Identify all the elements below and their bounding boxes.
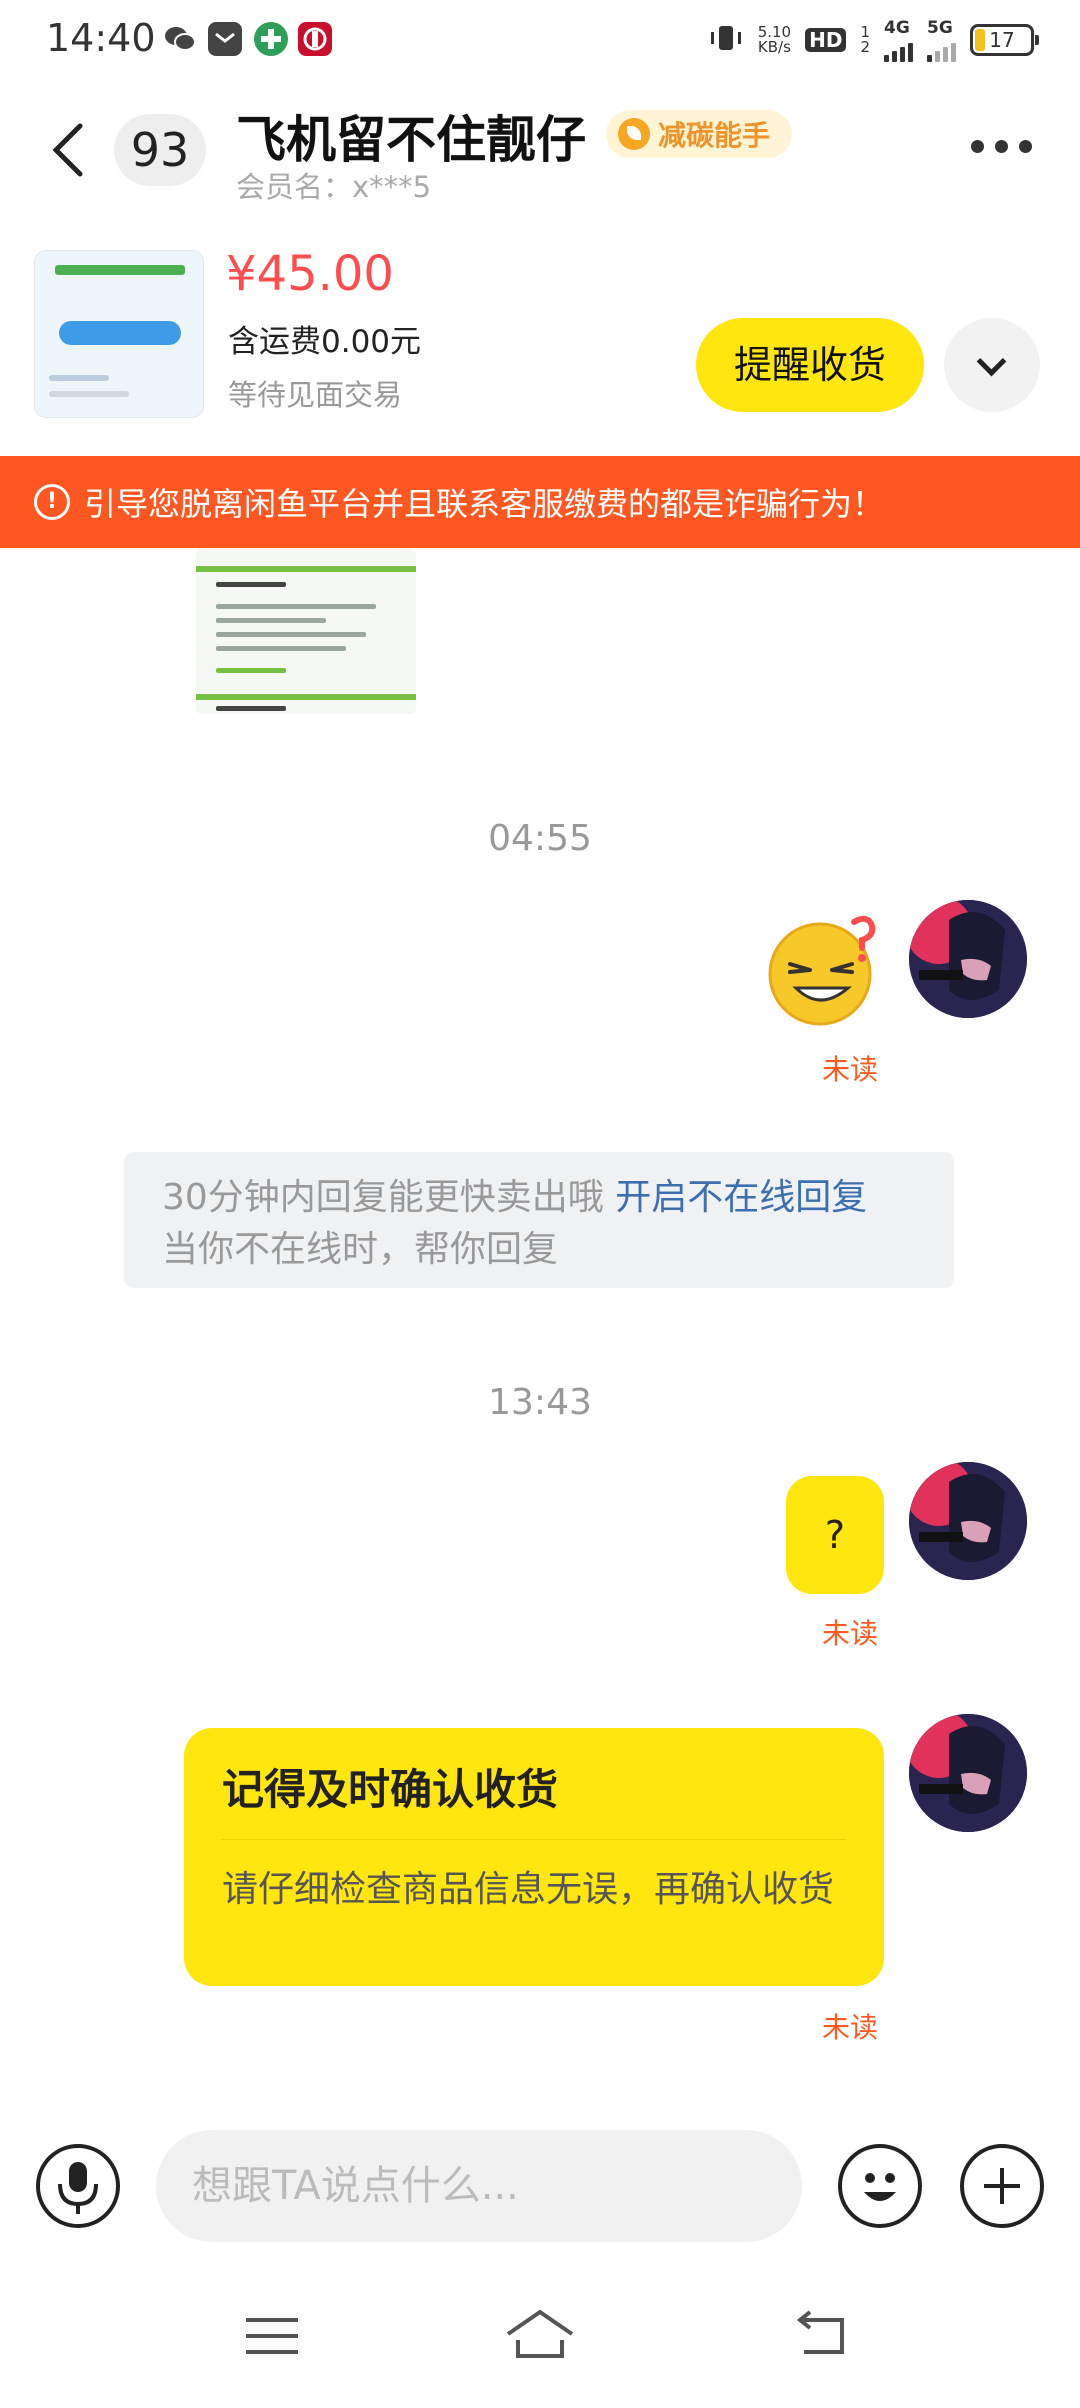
chat-header: 93 飞机留不住靓仔 减碳能手 会员名：x***5 (0, 86, 1080, 206)
hd-badge: HD (805, 28, 847, 52)
message-input[interactable] (156, 2130, 802, 2242)
warning-icon: ! (34, 484, 70, 520)
image-message[interactable] (196, 548, 416, 714)
more-dot (971, 140, 984, 153)
fraud-warning-text: 引导您脱离闲鱼平台并且联系客服缴费的都是诈骗行为！ (84, 485, 885, 523)
system-nav-bar (0, 2290, 1080, 2408)
avatar[interactable] (909, 1462, 1027, 1580)
signal-5g: 5G (927, 18, 956, 62)
smiley-icon (864, 2173, 896, 2201)
battery-icon: 17 (970, 24, 1039, 56)
sim-slots: 1 2 (860, 25, 870, 55)
leaf-icon (618, 118, 650, 150)
health-app-icon (254, 22, 288, 56)
fraud-warning-banner: ! 引导您脱离闲鱼平台并且联系客服缴费的都是诈骗行为！ (0, 456, 1080, 548)
input-bar (0, 2130, 1080, 2250)
signal-bars-icon (927, 38, 956, 62)
net1-label: 4G (884, 18, 910, 38)
status-icons: 5.10 KB/s HD 1 2 4G 5G 17 (708, 18, 1039, 62)
net-speed: 5.10 KB/s (758, 25, 791, 55)
avatar[interactable] (909, 900, 1027, 1018)
mail-app-icon (208, 22, 242, 56)
card-body: 请仔细检查商品信息无误，再确认收货 (222, 1869, 835, 1910)
chevron-left-icon (52, 123, 83, 177)
carbon-badge-label: 减碳能手 (658, 119, 771, 152)
product-price: ¥45.00 (226, 246, 394, 302)
microphone-icon (58, 2162, 98, 2214)
unread-label: 未读 (822, 2011, 879, 2044)
system-tip-line1: 30分钟内回复能更快卖出哦 开启不在线回复 (162, 1172, 916, 1224)
recent-apps-button[interactable] (244, 2312, 300, 2360)
avatar[interactable] (909, 1714, 1027, 1832)
shipping-info: 含运费0.00元 (228, 324, 422, 360)
unread-count-badge[interactable]: 93 (114, 114, 206, 186)
sleepy-face-sticker-icon (768, 915, 876, 1026)
carbon-badge[interactable]: 减碳能手 (606, 110, 793, 158)
status-time: 14:40 (46, 16, 156, 60)
net2-label: 5G (927, 18, 953, 38)
back-button[interactable] (48, 120, 88, 180)
product-card[interactable]: ¥45.00 含运费0.00元 等待见面交易 提醒收货 (0, 240, 1080, 430)
signal-4g: 4G (884, 18, 913, 62)
system-tip: 30分钟内回复能更快卖出哦 开启不在线回复 当你不在线时，帮你回复 (124, 1152, 954, 1288)
system-tip-text: 30分钟内回复能更快卖出哦 (162, 1177, 616, 1218)
voice-button[interactable] (36, 2144, 120, 2228)
wechat-icon (163, 22, 197, 56)
back-arrow-icon (796, 2310, 844, 2354)
signal-bars-icon (884, 38, 913, 62)
home-button[interactable] (504, 2306, 576, 2362)
product-thumbnail[interactable] (34, 250, 204, 418)
unread-label: 未读 (822, 1053, 879, 1086)
confirm-receipt-card[interactable]: 记得及时确认收货 请仔细检查商品信息无误，再确认收货 (184, 1728, 884, 1986)
battery-level: 17 (989, 28, 1015, 52)
remind-receipt-button[interactable]: 提醒收货 (696, 318, 924, 412)
vibrate-icon (708, 23, 744, 57)
sticker-message[interactable] (764, 908, 884, 1028)
more-options-button[interactable] (971, 140, 1032, 153)
more-dot (995, 140, 1008, 153)
time-separator: 04:55 (488, 818, 592, 859)
system-tip-line2: 当你不在线时，帮你回复 (162, 1229, 559, 1270)
bank-app-icon (298, 22, 332, 56)
unread-label: 未读 (822, 1617, 879, 1650)
enable-auto-reply-link[interactable]: 开启不在线回复 (615, 1177, 867, 1218)
peer-name[interactable]: 飞机留不住靓仔 (236, 100, 586, 172)
time-separator: 13:43 (488, 1382, 592, 1423)
expand-button[interactable] (944, 318, 1040, 412)
sim2-label: 2 (860, 38, 870, 56)
emoji-button[interactable] (838, 2144, 922, 2228)
message-bubble[interactable]: ? (786, 1476, 884, 1594)
more-dot (1019, 140, 1032, 153)
status-bar: 14:40 5.10 KB/s HD 1 2 4G 5G 17 (0, 0, 1080, 86)
member-name: 会员名：x***5 (236, 170, 432, 204)
card-title: 记得及时确认收货 (222, 1756, 846, 1840)
home-icon (506, 2309, 574, 2358)
net-speed-unit: KB/s (757, 38, 791, 56)
plus-icon (984, 2168, 1020, 2204)
back-nav-button[interactable] (794, 2308, 850, 2360)
menu-icon (246, 2318, 298, 2354)
more-actions-button[interactable] (960, 2144, 1044, 2228)
trade-status: 等待见面交易 (228, 378, 403, 412)
